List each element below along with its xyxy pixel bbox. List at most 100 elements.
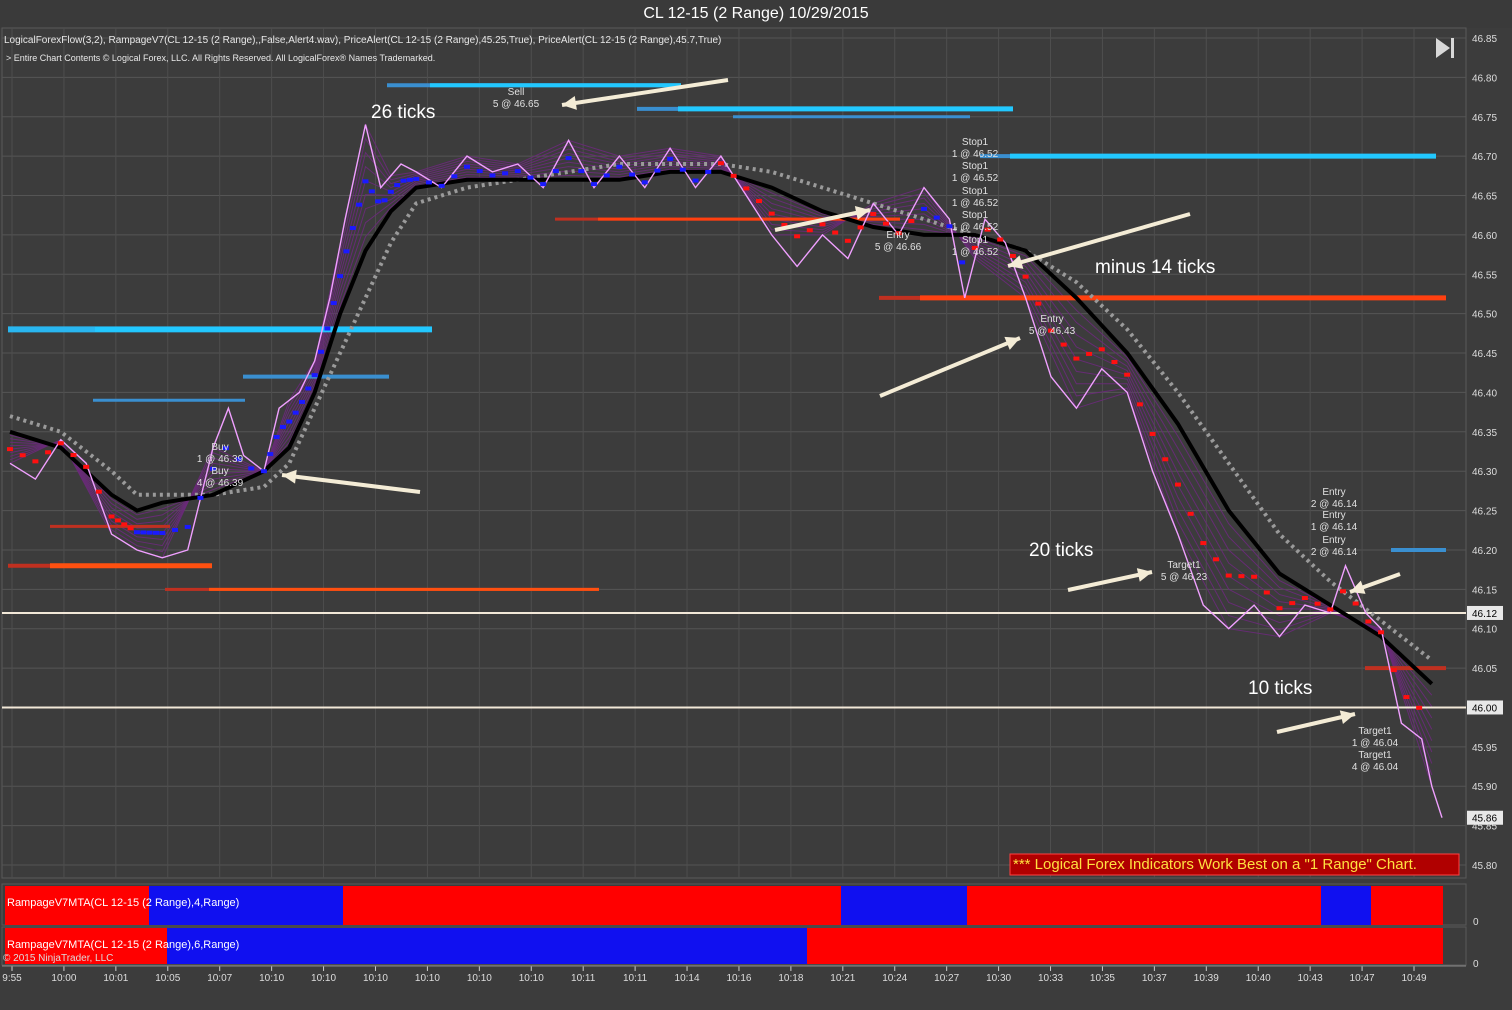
trend-dot xyxy=(1378,630,1385,635)
trend-dot xyxy=(305,386,312,391)
order-label-detail: 5 @ 46.23 xyxy=(1161,572,1208,583)
trend-dot xyxy=(356,202,363,207)
trend-dot xyxy=(616,164,623,169)
trend-dot xyxy=(83,464,90,469)
trend-dot xyxy=(1200,541,1207,546)
trend-dot xyxy=(140,530,147,535)
trend-dot xyxy=(806,228,813,233)
x-tick-label: 10:18 xyxy=(778,973,803,984)
subpanel-1-label: RampageV7MTA(CL 12-15 (2 Range),4,Range) xyxy=(7,897,239,909)
trend-dot xyxy=(870,212,877,217)
trend-dot xyxy=(464,164,471,169)
x-tick-label: 10:24 xyxy=(882,973,907,984)
trend-dot xyxy=(552,169,559,174)
trend-dot xyxy=(45,450,52,455)
trend-dot xyxy=(844,238,851,243)
trend-dot xyxy=(425,180,432,185)
trend-dot xyxy=(7,447,13,452)
price-chart[interactable]: 46.85 46.80 46.75 46.70 46.65 46.60 46.55 46.50… xyxy=(0,0,1512,1010)
price-marker-label: 45.86 xyxy=(1472,814,1497,825)
trend-dot xyxy=(629,172,636,177)
trend-dot xyxy=(997,237,1004,242)
trend-dot xyxy=(959,260,966,265)
trend-dot xyxy=(337,274,344,279)
trend-dot xyxy=(343,249,350,254)
trend-dot xyxy=(152,530,159,535)
x-tick-label: 10:10 xyxy=(415,973,440,984)
trend-dot xyxy=(756,199,763,204)
trend-dot xyxy=(95,489,102,494)
y-tick-label: 46.80 xyxy=(1472,73,1497,84)
y-tick-label: 46.65 xyxy=(1472,192,1497,203)
subpanel-1-axis: 0 xyxy=(1473,917,1479,928)
trend-dot xyxy=(578,169,585,174)
y-tick-label: 46.85 xyxy=(1472,34,1497,45)
annotation-minus-14-ticks: minus 14 ticks xyxy=(1095,257,1215,278)
order-label-detail: 1 @ 46.52 xyxy=(952,222,999,233)
order-label-detail: 5 @ 46.66 xyxy=(875,242,922,253)
annotation-20-ticks: 20 ticks xyxy=(1029,540,1093,561)
trend-dot xyxy=(1060,342,1067,347)
trend-dot xyxy=(1327,607,1334,612)
trend-dot xyxy=(133,530,140,535)
trend-dot xyxy=(121,522,128,527)
trend-dot xyxy=(832,230,839,235)
trend-dot xyxy=(286,419,293,424)
x-tick-label: 10:30 xyxy=(986,973,1011,984)
x-axis: 9:55 10:00 10:01 10:05 10:07 10:10 10:10 10:10 1… xyxy=(2,965,1466,984)
order-label-title: Entry xyxy=(1040,314,1063,325)
trend-dot xyxy=(172,527,179,532)
order-label-detail: 1 @ 46.14 xyxy=(1311,522,1358,533)
trend-dot xyxy=(654,168,661,173)
trend-dot xyxy=(1073,356,1080,361)
y-tick-label: 46.05 xyxy=(1472,664,1497,675)
trend-dot xyxy=(730,173,737,178)
order-label-title: Entry xyxy=(1322,510,1345,521)
trend-dot xyxy=(451,174,458,179)
trend-dot xyxy=(1225,573,1232,578)
y-tick-label: 46.50 xyxy=(1472,310,1497,321)
order-label-detail: 1 @ 46.39 xyxy=(197,454,244,465)
trend-dot xyxy=(1124,372,1131,377)
trend-dot xyxy=(260,469,267,474)
x-tick-label: 10:10 xyxy=(259,973,284,984)
trend-dot xyxy=(324,326,331,331)
trend-dot xyxy=(19,453,26,458)
trend-dot xyxy=(1365,619,1372,624)
trend-dot xyxy=(381,198,388,203)
indicators-line: LogicalForexFlow(3,2), RampageV7(CL 12-1… xyxy=(4,35,721,46)
trend-dot xyxy=(679,167,686,172)
trend-dot xyxy=(311,373,318,378)
trend-dot xyxy=(1086,351,1093,356)
trend-dot xyxy=(1238,574,1245,579)
trend-dot xyxy=(1352,601,1359,606)
x-tick-label: 10:47 xyxy=(1350,973,1375,984)
order-label-title: Target1 xyxy=(1358,726,1392,737)
trend-dot xyxy=(489,173,496,178)
trend-dot xyxy=(1162,457,1169,462)
order-label-detail: 4 @ 46.39 xyxy=(197,478,244,489)
trend-dot xyxy=(1149,431,1156,436)
trend-dot xyxy=(819,222,826,227)
x-tick-label: 10:33 xyxy=(1038,973,1063,984)
x-tick-label: 10:49 xyxy=(1401,973,1426,984)
trend-dot xyxy=(540,182,547,187)
y-tick-label: 46.40 xyxy=(1472,388,1497,399)
subpanel-2-axis: 0 xyxy=(1473,959,1479,970)
order-label-title: Entry xyxy=(1322,487,1345,498)
trend-dot xyxy=(1390,668,1397,673)
x-tick-label: 10:16 xyxy=(726,973,751,984)
order-label-detail: 5 @ 46.65 xyxy=(493,99,540,110)
trend-dot xyxy=(248,466,255,471)
trend-dot xyxy=(1009,253,1016,258)
trend-dot xyxy=(318,349,325,354)
x-tick-label: 10:10 xyxy=(363,973,388,984)
x-tick-label: 10:05 xyxy=(155,973,180,984)
y-tick-label: 46.75 xyxy=(1472,113,1497,124)
y-tick-label: 46.35 xyxy=(1472,428,1497,439)
y-tick-label: 46.20 xyxy=(1472,546,1497,557)
order-label-detail: 1 @ 46.52 xyxy=(952,149,999,160)
trend-dot xyxy=(1251,574,1258,579)
annotation-26-ticks: 26 ticks xyxy=(371,102,435,123)
trend-dot xyxy=(514,169,521,174)
